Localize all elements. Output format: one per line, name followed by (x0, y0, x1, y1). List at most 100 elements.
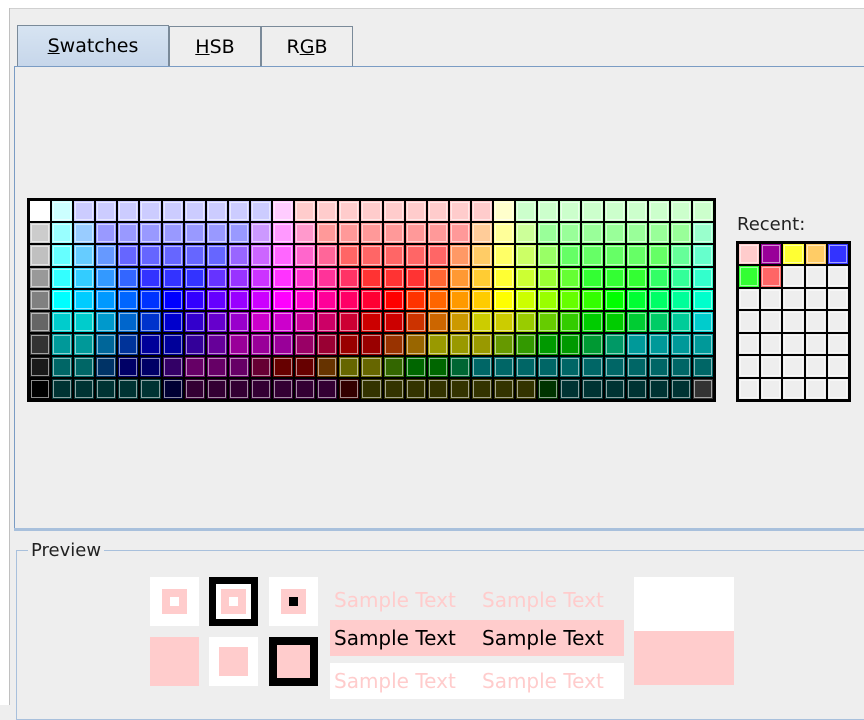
color-swatch[interactable] (183, 311, 206, 334)
color-swatch[interactable] (161, 200, 184, 223)
color-swatch[interactable] (161, 222, 184, 245)
color-swatch[interactable] (603, 200, 626, 223)
color-swatch[interactable] (537, 377, 560, 400)
color-swatch[interactable] (669, 355, 692, 378)
recent-swatch[interactable] (826, 332, 849, 356)
color-swatch[interactable] (227, 355, 250, 378)
color-swatch[interactable] (448, 244, 471, 267)
color-swatch[interactable] (95, 355, 118, 378)
color-swatch[interactable] (603, 355, 626, 378)
color-swatch[interactable] (95, 311, 118, 334)
color-swatch[interactable] (73, 377, 96, 400)
color-swatch[interactable] (117, 311, 140, 334)
color-swatch[interactable] (227, 200, 250, 223)
color-swatch[interactable] (382, 311, 405, 334)
color-swatch[interactable] (183, 244, 206, 267)
color-swatch[interactable] (625, 222, 648, 245)
color-swatch[interactable] (382, 333, 405, 356)
color-swatch[interactable] (537, 222, 560, 245)
color-swatch[interactable] (73, 288, 96, 312)
color-swatch[interactable] (625, 200, 648, 223)
color-swatch[interactable] (647, 200, 670, 223)
color-swatch[interactable] (669, 200, 692, 223)
color-swatch[interactable] (272, 244, 295, 267)
color-swatch[interactable] (493, 222, 516, 245)
color-swatch[interactable] (29, 200, 52, 223)
recent-swatch[interactable] (804, 355, 827, 378)
color-swatch[interactable] (272, 333, 295, 356)
color-swatch[interactable] (515, 333, 538, 356)
color-swatch[interactable] (404, 311, 427, 334)
color-swatch[interactable] (426, 266, 449, 289)
color-swatch[interactable] (581, 355, 604, 378)
color-swatch[interactable] (691, 244, 714, 267)
color-swatch[interactable] (249, 377, 273, 400)
color-swatch[interactable] (316, 222, 339, 245)
color-swatch[interactable] (205, 244, 228, 267)
recent-swatch[interactable] (738, 355, 761, 378)
color-swatch[interactable] (73, 333, 96, 356)
color-swatch[interactable] (117, 222, 140, 245)
color-swatch[interactable] (515, 200, 538, 223)
color-swatch[interactable] (249, 311, 273, 334)
color-swatch[interactable] (691, 288, 714, 312)
color-swatch[interactable] (117, 355, 140, 378)
color-swatch[interactable] (515, 311, 538, 334)
color-swatch[interactable] (448, 355, 471, 378)
color-swatch[interactable] (625, 244, 648, 267)
color-swatch[interactable] (581, 244, 604, 267)
color-swatch[interactable] (537, 200, 560, 223)
color-swatch[interactable] (95, 377, 118, 400)
color-swatch[interactable] (205, 355, 228, 378)
color-swatch[interactable] (404, 222, 427, 245)
color-swatch[interactable] (338, 200, 361, 223)
color-swatch[interactable] (404, 333, 427, 356)
recent-swatch[interactable] (760, 355, 783, 378)
color-swatch[interactable] (448, 200, 471, 223)
color-swatch[interactable] (515, 222, 538, 245)
tab-rgb[interactable]: RGB (261, 26, 353, 66)
color-swatch[interactable] (647, 222, 670, 245)
color-swatch[interactable] (647, 377, 670, 400)
color-swatch[interactable] (51, 222, 74, 245)
color-swatch[interactable] (559, 333, 582, 356)
color-swatch[interactable] (448, 333, 471, 356)
recent-swatch[interactable] (782, 243, 805, 266)
color-swatch[interactable] (404, 377, 427, 400)
recent-swatch[interactable] (826, 377, 849, 400)
color-swatch[interactable] (294, 244, 317, 267)
color-swatch[interactable] (382, 266, 405, 289)
color-swatch[interactable] (426, 311, 449, 334)
color-swatch[interactable] (360, 288, 383, 312)
color-swatch[interactable] (603, 222, 626, 245)
color-swatch[interactable] (205, 200, 228, 223)
color-swatch[interactable] (183, 377, 206, 400)
recent-swatch[interactable] (804, 243, 827, 266)
color-swatch[interactable] (29, 311, 52, 334)
recent-swatch[interactable] (826, 355, 849, 378)
recent-swatch[interactable] (738, 287, 761, 311)
color-swatch[interactable] (117, 266, 140, 289)
color-swatch[interactable] (139, 266, 162, 289)
color-swatch[interactable] (272, 288, 295, 312)
color-swatch[interactable] (139, 222, 162, 245)
color-swatch[interactable] (272, 377, 295, 400)
color-swatch[interactable] (139, 355, 162, 378)
color-swatch[interactable] (183, 200, 206, 223)
color-swatch[interactable] (647, 355, 670, 378)
color-swatch[interactable] (426, 200, 449, 223)
color-swatch[interactable] (316, 377, 339, 400)
recent-swatch[interactable] (826, 287, 849, 311)
color-swatch[interactable] (537, 311, 560, 334)
color-swatch[interactable] (559, 311, 582, 334)
color-swatch[interactable] (249, 200, 273, 223)
color-swatch[interactable] (493, 244, 516, 267)
color-swatch[interactable] (691, 222, 714, 245)
color-swatch[interactable] (338, 266, 361, 289)
recent-swatch[interactable] (760, 332, 783, 356)
recent-swatch[interactable] (804, 265, 827, 288)
color-swatch[interactable] (316, 333, 339, 356)
color-swatch[interactable] (669, 288, 692, 312)
color-swatch[interactable] (161, 333, 184, 356)
color-swatch[interactable] (205, 222, 228, 245)
